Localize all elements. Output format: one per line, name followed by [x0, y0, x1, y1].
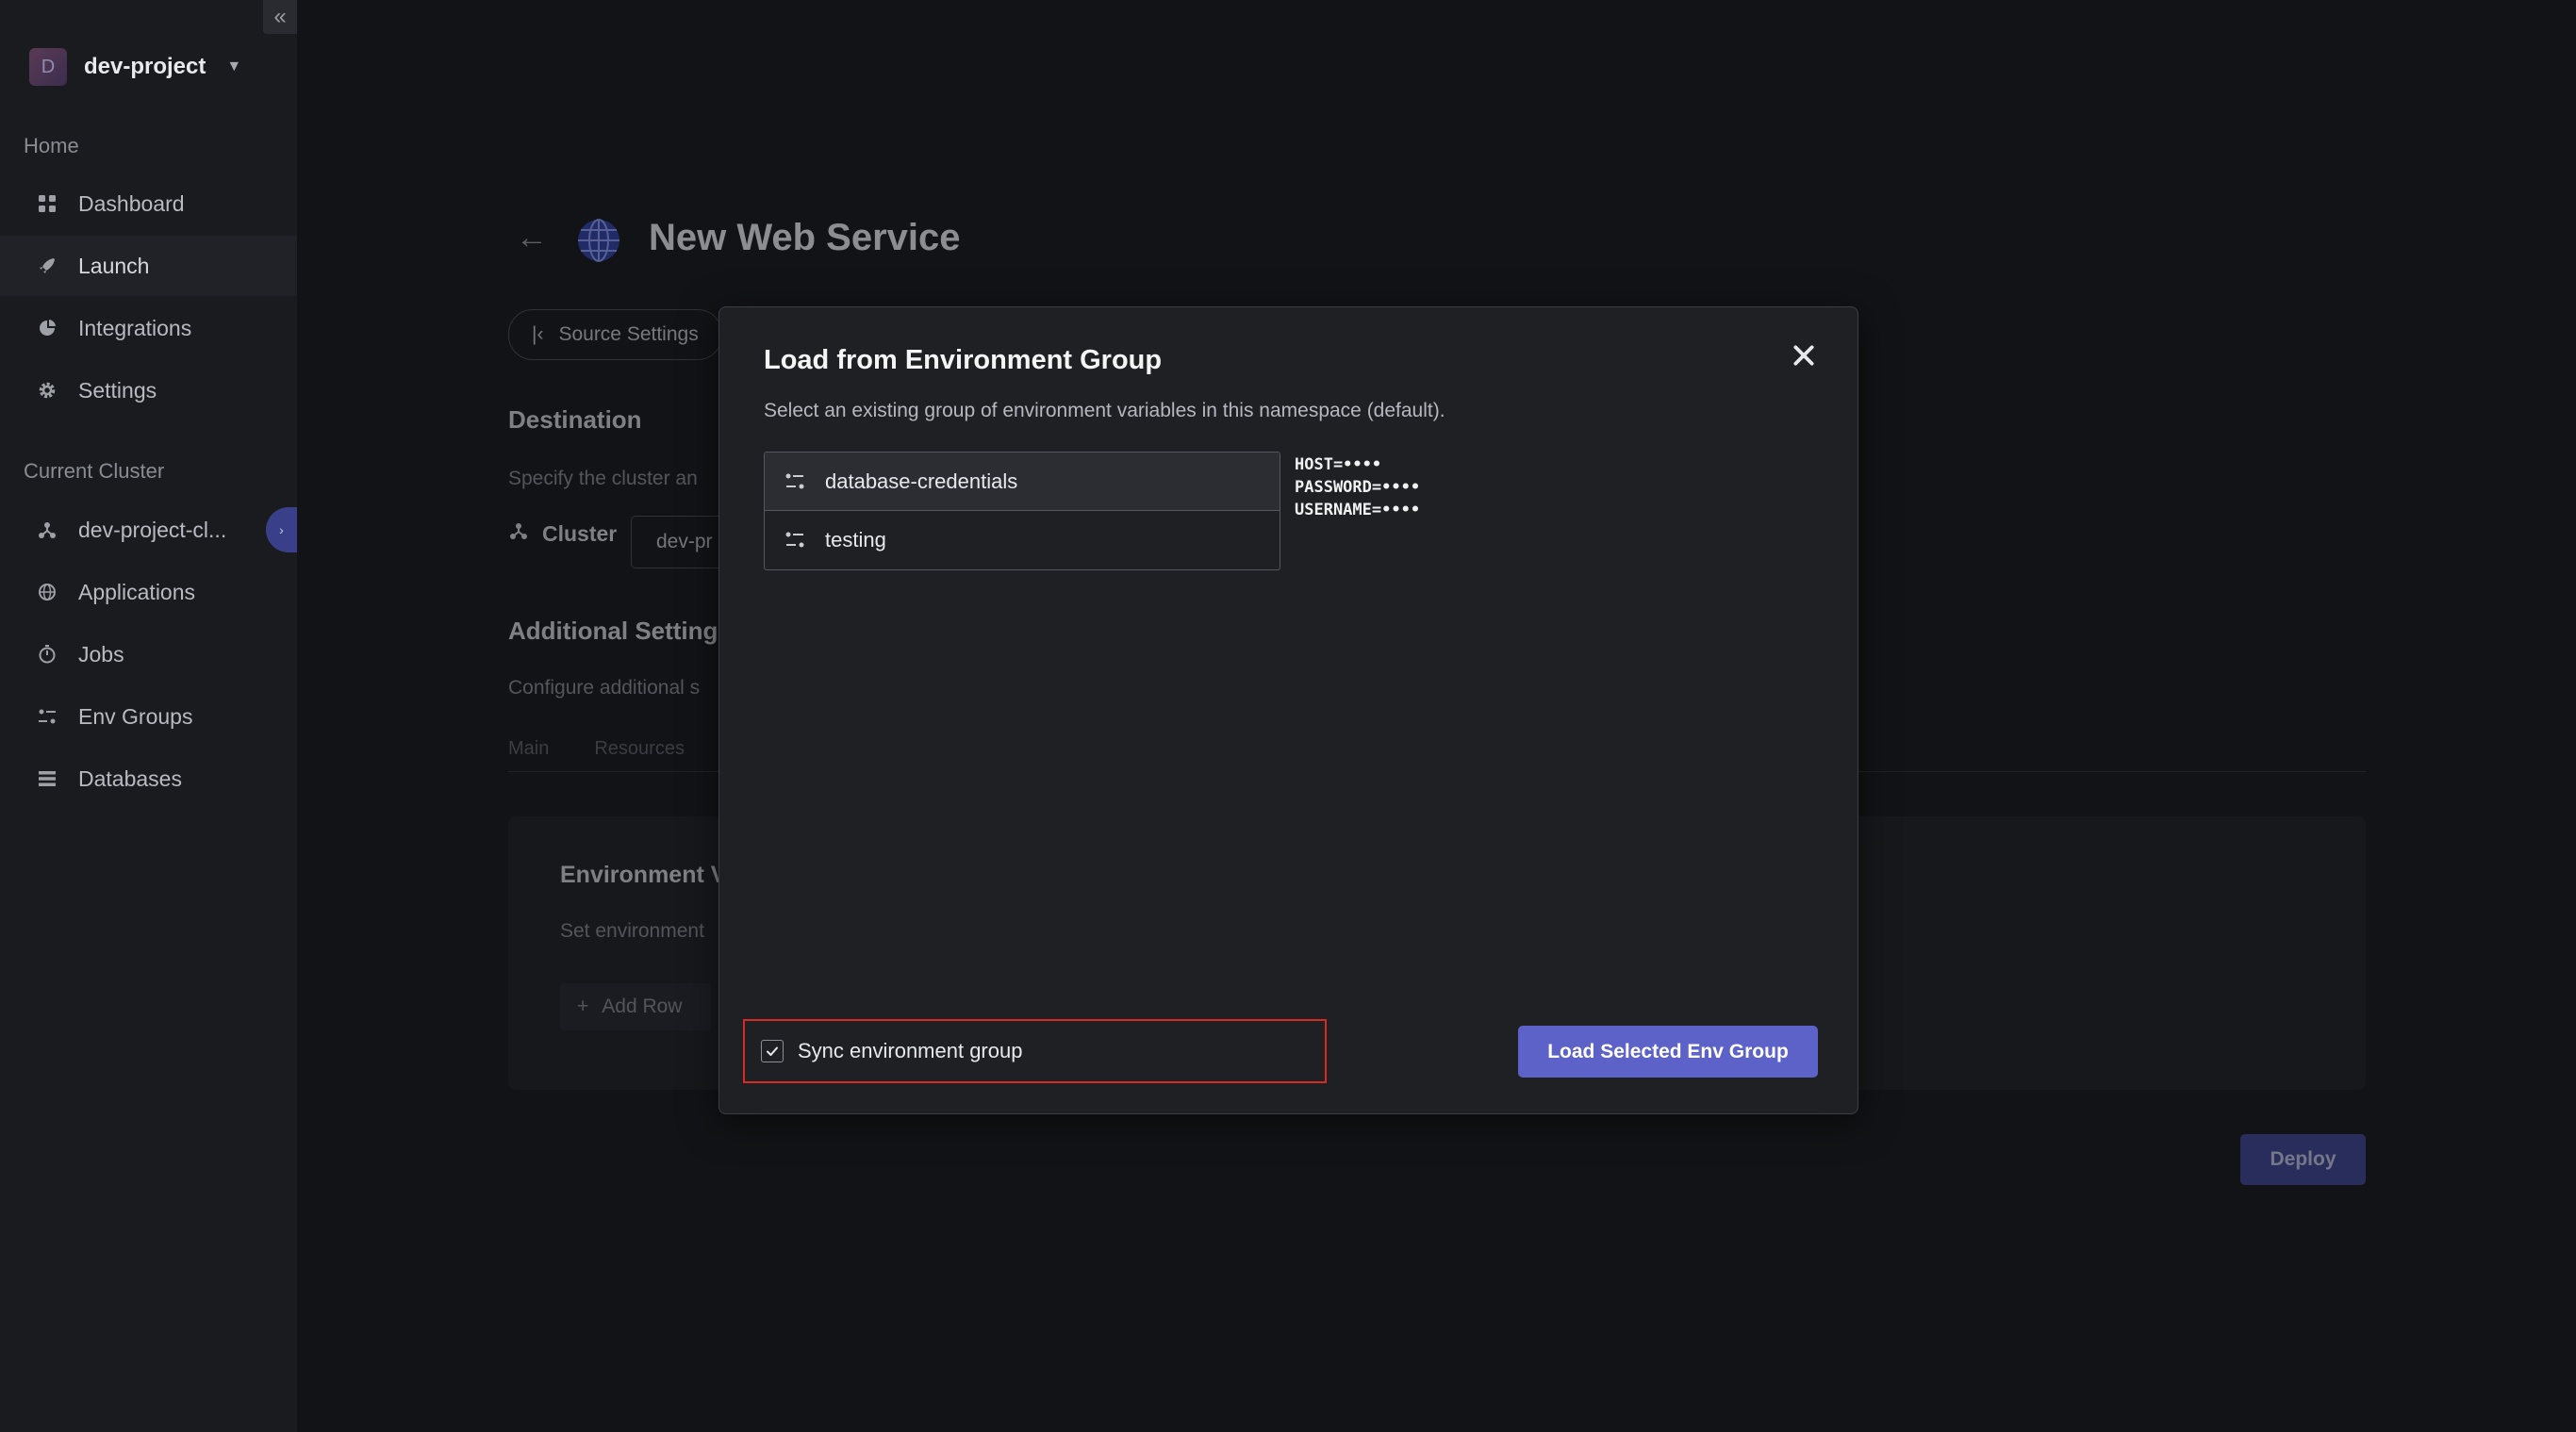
back-arrow-icon[interactable]: ← [516, 220, 548, 256]
caret-down-icon: ▼ [226, 58, 242, 74]
close-icon [1793, 345, 1814, 366]
sidebar-item-integrations[interactable]: Integrations [0, 298, 297, 358]
project-switcher[interactable]: D dev-project ▼ [29, 46, 241, 88]
source-settings-button[interactable]: |‹ Source Settings [508, 309, 722, 360]
collapse-sidebar-button[interactable]: « [263, 0, 297, 34]
load-selected-env-group-button[interactable]: Load Selected Env Group [1518, 1026, 1818, 1078]
chevron-right-icon: › [279, 522, 284, 537]
sidebar-item-label: Dashboard [78, 190, 185, 216]
sidebar-item-applications[interactable]: Applications [0, 562, 297, 622]
sidebar-item-label: Databases [78, 765, 182, 791]
env-group-item-database-credentials[interactable]: database-credentials [765, 453, 1280, 511]
chevron-first-icon: |‹ [532, 323, 544, 345]
add-row-button[interactable]: + Add Row [560, 983, 711, 1030]
sidebar-item-databases[interactable]: Databases [0, 749, 297, 809]
env-variable: HOST=•••• [1295, 455, 1382, 474]
sidebar: « D dev-project ▼ Home Dashboard Launch … [0, 0, 297, 1432]
add-row-label: Add Row [602, 996, 683, 1017]
project-avatar: D [29, 48, 67, 86]
globe-icon [37, 582, 58, 602]
modal-description: Select an existing group of environment … [764, 400, 1445, 421]
sidebar-item-label: Env Groups [78, 703, 193, 729]
env-variable: PASSWORD=•••• [1295, 478, 1421, 497]
settings-tabs: Main Resources [508, 738, 685, 760]
database-icon [37, 768, 58, 789]
globe-icon [575, 217, 622, 264]
home-section-label: Home [24, 134, 79, 157]
tab-resources[interactable]: Resources [594, 738, 685, 760]
grid-icon [37, 193, 58, 214]
sync-label: Sync environment group [798, 1039, 1023, 1062]
env-group-name: testing [825, 528, 886, 551]
gear-icon [37, 380, 58, 401]
sliders-icon [37, 706, 58, 727]
rocket-icon [37, 255, 58, 276]
sidebar-item-label: Jobs [78, 641, 124, 667]
cluster-icon [37, 519, 58, 540]
cluster-label: Cluster [508, 520, 617, 547]
sliders-icon [785, 473, 804, 488]
sidebar-item-cluster[interactable]: dev-project-cl... [0, 500, 297, 560]
close-button[interactable] [1788, 339, 1820, 371]
sliders-icon [785, 532, 804, 548]
double-chevron-left-icon: « [273, 4, 287, 29]
env-variable: USERNAME=•••• [1295, 501, 1421, 519]
source-settings-label: Source Settings [558, 323, 699, 345]
sidebar-item-jobs[interactable]: Jobs [0, 624, 297, 684]
additional-settings-heading: Additional Setting [508, 617, 718, 645]
timer-icon [37, 644, 58, 665]
tab-main[interactable]: Main [508, 738, 549, 760]
env-card-subtext: Set environment [560, 920, 704, 942]
load-env-group-modal: Load from Environment Group Select an ex… [718, 306, 1858, 1114]
cluster-icon [508, 520, 529, 547]
env-group-name: database-credentials [825, 469, 1018, 493]
pie-chart-icon [37, 318, 58, 338]
modal-title: Load from Environment Group [764, 345, 1163, 375]
env-variables-preview: HOST=•••• PASSWORD=•••• USERNAME=•••• [1295, 453, 1420, 521]
sidebar-item-env-groups[interactable]: Env Groups [0, 686, 297, 747]
sidebar-item-label: Integrations [78, 315, 192, 340]
sidebar-item-dashboard[interactable]: Dashboard [0, 173, 297, 234]
checkmark-icon [767, 1046, 778, 1056]
env-group-list: database-credentials testing [764, 452, 1280, 570]
sidebar-item-label: Applications [78, 579, 196, 604]
env-card-title: Environment V [560, 862, 727, 888]
destination-subtext: Specify the cluster an [508, 468, 698, 489]
sidebar-item-label: Launch [78, 253, 150, 278]
additional-settings-subtext: Configure additional s [508, 677, 701, 699]
page-title: New Web Service [649, 217, 961, 258]
current-cluster-label: Current Cluster [24, 459, 165, 483]
env-group-item-testing[interactable]: testing [765, 511, 1280, 569]
sidebar-item-launch[interactable]: Launch [0, 236, 297, 296]
project-name: dev-project [84, 54, 206, 79]
sidebar-item-label: dev-project-cl... [78, 517, 227, 542]
cluster-label-text: Cluster [542, 520, 618, 546]
sync-environment-group-option[interactable]: Sync environment group [743, 1019, 1327, 1083]
deploy-button[interactable]: Deploy [2240, 1134, 2366, 1185]
sync-checkbox[interactable] [761, 1040, 784, 1062]
sidebar-item-label: Settings [78, 377, 157, 403]
sidebar-item-settings[interactable]: Settings [0, 360, 297, 420]
plus-icon: + [577, 996, 589, 1017]
destination-heading: Destination [508, 405, 642, 434]
